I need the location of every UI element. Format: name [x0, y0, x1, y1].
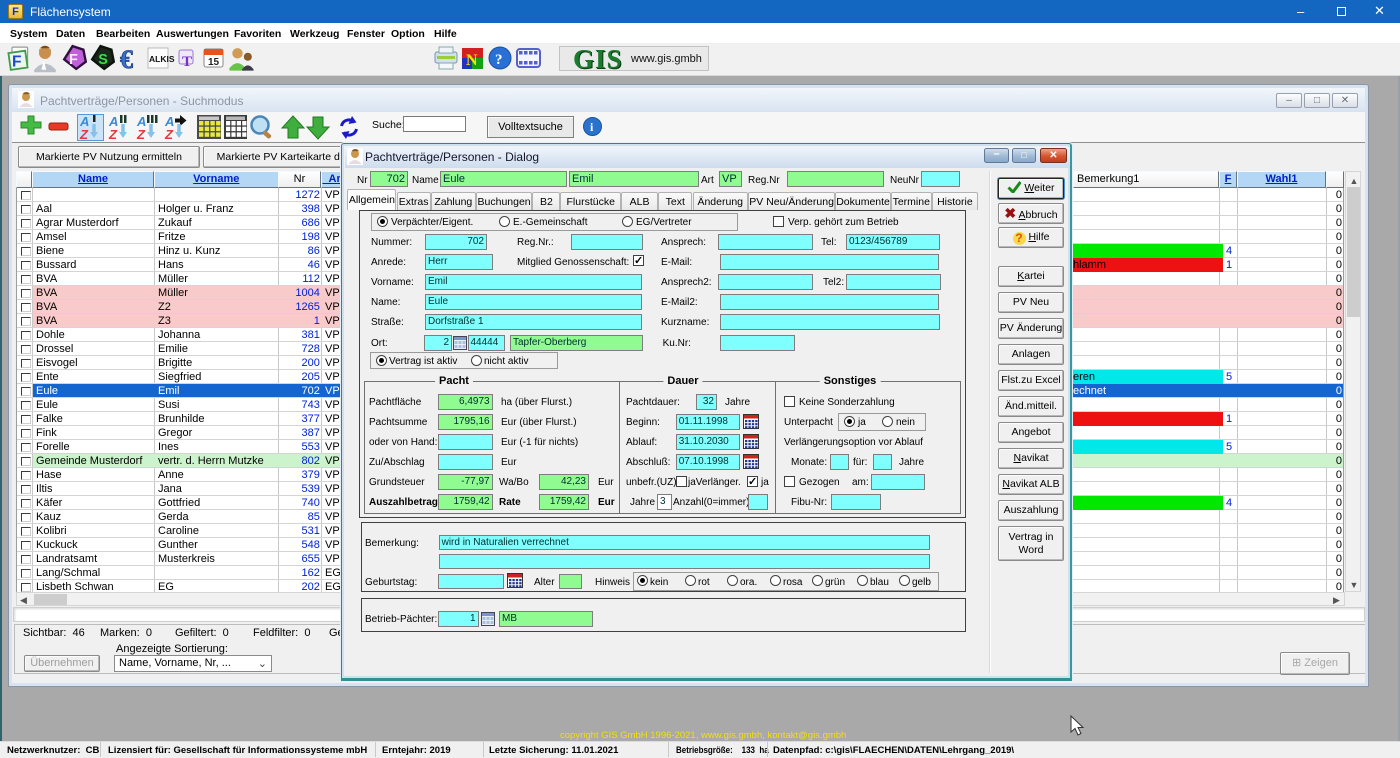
svg-text:S: S: [98, 52, 108, 68]
svg-text:F: F: [12, 53, 22, 70]
svg-text:15: 15: [208, 57, 220, 68]
svg-text:F: F: [69, 52, 78, 68]
svg-text:Z: Z: [79, 127, 89, 142]
svg-text:T: T: [182, 54, 192, 70]
svg-text:N: N: [466, 52, 478, 69]
svg-text:Z: Z: [164, 127, 174, 142]
svg-text:ALKIS: ALKIS: [149, 54, 175, 64]
svg-text:?: ?: [495, 52, 503, 68]
svg-text:Z: Z: [136, 127, 146, 142]
svg-text:€: €: [120, 45, 133, 74]
svg-text:Z: Z: [108, 127, 118, 142]
